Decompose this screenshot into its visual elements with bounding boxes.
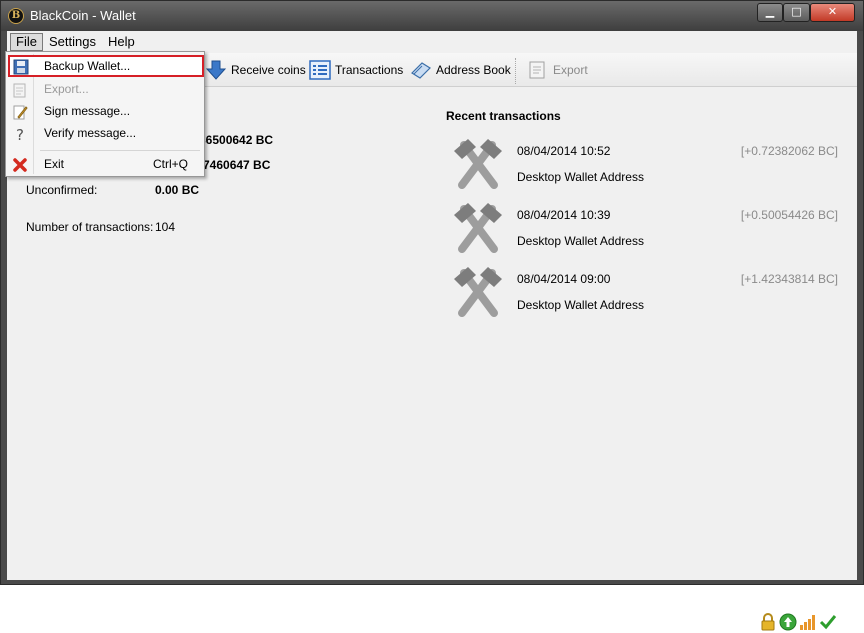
address-book-button[interactable]: Address Book — [410, 58, 511, 82]
transaction-address: Desktop Wallet Address — [517, 170, 644, 184]
status-icons — [759, 613, 837, 633]
window-title: BlackCoin - Wallet — [30, 8, 136, 23]
blackcoin-icon: B — [8, 8, 24, 24]
balance-value: 36500642 BC — [199, 133, 274, 147]
maximize-button[interactable]: □ — [783, 3, 810, 22]
synced-check-icon[interactable] — [819, 613, 837, 631]
num-transactions-value: 104 — [155, 220, 176, 234]
transaction-address: Desktop Wallet Address — [517, 234, 644, 248]
transaction-row[interactable]: 08/04/2014 10:39 [+0.50054426 BC] Deskto… — [446, 199, 846, 259]
unconfirmed-label: Unconfirmed: — [26, 183, 98, 197]
mined-pickaxe-icon — [454, 267, 502, 317]
export-button[interactable]: Export — [527, 58, 588, 82]
backup-wallet-label: Backup Wallet... — [44, 59, 131, 73]
transaction-date: 08/04/2014 10:39 — [517, 208, 611, 222]
connections-signal-icon[interactable] — [799, 613, 817, 631]
menu-backup-wallet[interactable]: Backup Wallet... — [8, 55, 204, 77]
receive-arrow-icon — [205, 59, 227, 81]
wallet-window: B BlackCoin - Wallet ▁ □ ✕ File Settings… — [0, 0, 864, 631]
transactions-label: Transactions — [335, 63, 404, 77]
lock-icon[interactable] — [759, 613, 777, 631]
exit-shortcut: Ctrl+Q — [152, 157, 188, 171]
svg-text:?: ? — [16, 126, 24, 142]
menu-bar: File Settings Help — [7, 31, 857, 53]
sign-pen-icon — [13, 105, 28, 120]
export-icon — [13, 83, 26, 98]
mined-pickaxe-icon — [454, 139, 502, 189]
menu-sign-message[interactable]: Sign message... — [8, 101, 202, 123]
menu-file[interactable]: File — [10, 33, 43, 51]
recent-transactions-title: Recent transactions — [446, 109, 561, 123]
menu-verify-message[interactable]: ? Verify message... — [8, 123, 202, 145]
address-book-label: Address Book — [436, 63, 511, 77]
transaction-date: 08/04/2014 10:52 — [517, 144, 611, 158]
menu-exit[interactable]: Exit Ctrl+Q — [8, 154, 202, 176]
transactions-button[interactable]: Transactions — [309, 58, 403, 82]
red-x-icon — [13, 158, 27, 172]
transaction-address: Desktop Wallet Address — [517, 298, 644, 312]
transaction-row[interactable]: 08/04/2014 10:52 [+0.72382062 BC] Deskto… — [446, 135, 846, 195]
receive-coins-label: Receive coins — [231, 63, 306, 77]
title-bar[interactable]: B BlackCoin - Wallet ▁ □ ✕ — [1, 1, 863, 31]
menu-separator — [40, 150, 200, 151]
exit-label: Exit — [44, 157, 65, 171]
export-label: Export — [553, 63, 588, 77]
menu-help[interactable]: Help — [103, 33, 140, 51]
export-icon — [527, 59, 549, 81]
file-menu-dropdown: Backup Wallet... Export... Sign message.… — [5, 51, 205, 177]
close-button[interactable]: ✕ — [810, 3, 855, 22]
menu-settings[interactable]: Settings — [44, 33, 101, 51]
receive-coins-button[interactable]: Receive coins — [205, 58, 306, 82]
verify-message-label: Verify message... — [44, 126, 137, 140]
sign-message-label: Sign message... — [44, 104, 131, 118]
transaction-date: 08/04/2014 09:00 — [517, 272, 611, 286]
mined-pickaxe-icon — [454, 203, 502, 253]
transaction-row[interactable]: 08/04/2014 09:00 [+1.42343814 BC] Deskto… — [446, 263, 846, 323]
toolbar-separator — [515, 58, 516, 84]
sync-up-arrow-icon[interactable] — [779, 613, 797, 631]
stake-value: 7460647 BC — [203, 158, 271, 172]
transaction-amount: [+0.72382062 BC] — [740, 144, 838, 158]
export-menu-label: Export... — [44, 82, 89, 96]
question-mark-icon: ? — [16, 126, 24, 142]
minimize-button[interactable]: ▁ — [757, 3, 783, 22]
num-transactions-label: Number of transactions: — [26, 220, 154, 234]
transaction-amount: [+1.42343814 BC] — [740, 272, 838, 286]
unconfirmed-value: 0.00 BC — [155, 183, 200, 197]
menu-export[interactable]: Export... — [8, 79, 202, 101]
floppy-disk-icon — [13, 59, 29, 75]
list-icon — [309, 59, 331, 81]
transaction-amount: [+0.50054426 BC] — [740, 208, 838, 222]
address-book-icon — [410, 59, 432, 81]
